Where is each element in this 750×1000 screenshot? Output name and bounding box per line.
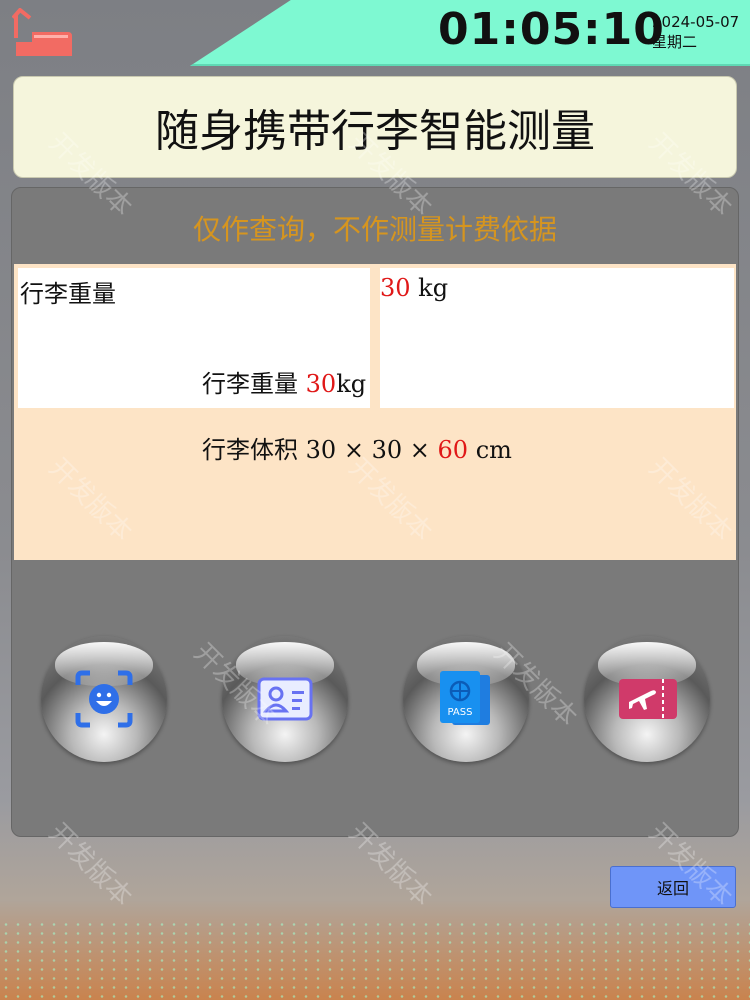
weight-row: 行李重量 30kg	[202, 364, 366, 399]
weight-row-label: 行李重量	[202, 370, 298, 398]
boarding-pass-button[interactable]	[584, 636, 710, 762]
weekday-text: 星期二	[652, 33, 698, 51]
volume-dim3: 60	[437, 436, 469, 464]
weight-value-line: 30 kg	[380, 274, 448, 302]
weight-row-unit: kg	[336, 370, 367, 398]
notice-text: 仅作查询，不作测量计费依据	[192, 213, 557, 246]
measurement-panel: 仅作查询，不作测量计费依据 行李重量 30 kg 行李重量 30kg 行李体积 …	[11, 187, 739, 837]
page-title: 随身携带行李智能测量	[13, 76, 737, 178]
volume-row: 行李体积 30 × 30 × 60 cm	[202, 430, 512, 465]
top-bar: 01:05:10 2024-05-07 星期二	[0, 0, 750, 66]
volume-dim1: 30	[305, 436, 337, 464]
weight-row-value: 30	[305, 370, 337, 398]
volume-row-label: 行李体积	[202, 436, 298, 464]
weight-value: 30	[380, 274, 411, 302]
home-icon[interactable]	[12, 8, 78, 60]
passport-button[interactable]: PASS	[403, 636, 529, 762]
date-text: 2024-05-07	[652, 13, 740, 31]
volume-dim2: 30	[371, 436, 403, 464]
face-scan-icon	[75, 670, 133, 728]
id-card-button[interactable]	[222, 636, 348, 762]
passport-icon: PASS	[440, 671, 490, 725]
weight-unit: kg	[410, 274, 449, 302]
volume-times-1: ×	[343, 436, 364, 464]
id-card-icon	[257, 677, 313, 721]
clock-time: 01:05:10	[438, 4, 665, 55]
passport-label: PASS	[448, 707, 473, 718]
weight-value-cell: 30 kg	[380, 268, 734, 408]
weight-label: 行李重量	[20, 280, 116, 308]
boarding-pass-icon	[619, 679, 677, 719]
measurement-info: 行李重量 30 kg 行李重量 30kg 行李体积 30 × 30 × 60 c…	[14, 264, 736, 560]
volume-times-2: ×	[409, 436, 430, 464]
face-scan-button[interactable]	[41, 636, 167, 762]
volume-unit: cm	[475, 436, 512, 464]
clock-date: 2024-05-07 星期二	[652, 12, 739, 52]
decorative-dots	[0, 920, 750, 1000]
back-button[interactable]: 返回	[610, 866, 736, 908]
